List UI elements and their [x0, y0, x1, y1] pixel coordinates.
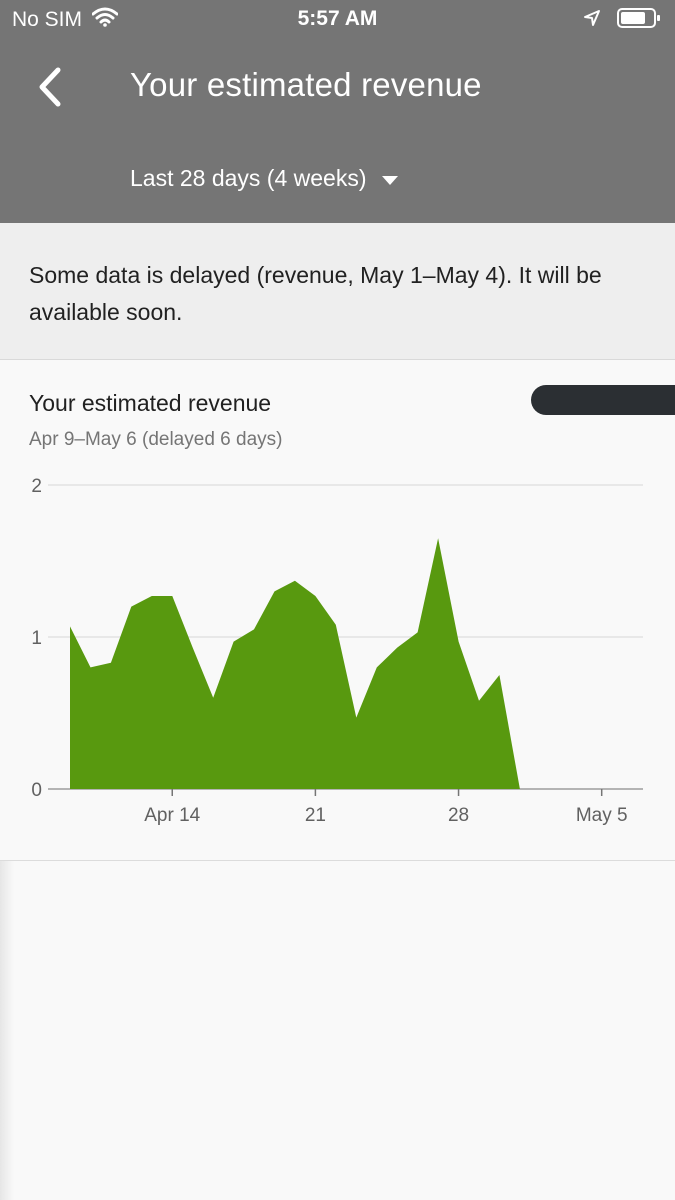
x-tick-label: 28 — [448, 805, 469, 826]
page-title: Your estimated revenue — [130, 66, 482, 103]
location-arrow-icon — [583, 9, 601, 32]
x-tick-label: Apr 14 — [144, 805, 200, 826]
dropdown-arrow-icon — [381, 165, 399, 192]
card-pill — [531, 385, 675, 415]
y-tick-label: 0 — [31, 780, 42, 801]
x-tick-label: 21 — [305, 805, 326, 826]
card-subtitle: Apr 9–May 6 (delayed 6 days) — [29, 429, 283, 450]
app-header: No SIM 5:57 AM Your estimated revenue La… — [0, 0, 675, 223]
battery-icon — [617, 7, 661, 34]
card-title: Your estimated revenue — [29, 390, 272, 416]
status-right — [583, 7, 661, 34]
date-range-dropdown[interactable]: Last 28 days (4 weeks) — [130, 165, 399, 192]
revenue-chart: 0 1 2 Apr 14 21 28 May 5 — [31, 476, 643, 826]
status-bar: No SIM 5:57 AM — [0, 0, 675, 38]
date-range-label: Last 28 days (4 weeks) — [130, 165, 367, 191]
delayed-data-notice: Some data is delayed (revenue, May 1–May… — [0, 223, 675, 360]
x-tick-label: May 5 — [576, 805, 628, 826]
back-button[interactable] — [30, 62, 74, 112]
notice-text: Some data is delayed (revenue, May 1–May… — [29, 262, 602, 325]
y-tick-label: 1 — [31, 628, 42, 649]
status-time: 5:57 AM — [297, 7, 378, 30]
edge-shadow — [0, 861, 14, 1200]
y-tick-label: 2 — [31, 476, 42, 497]
back-chevron-icon — [39, 67, 61, 107]
revenue-area — [70, 538, 520, 789]
